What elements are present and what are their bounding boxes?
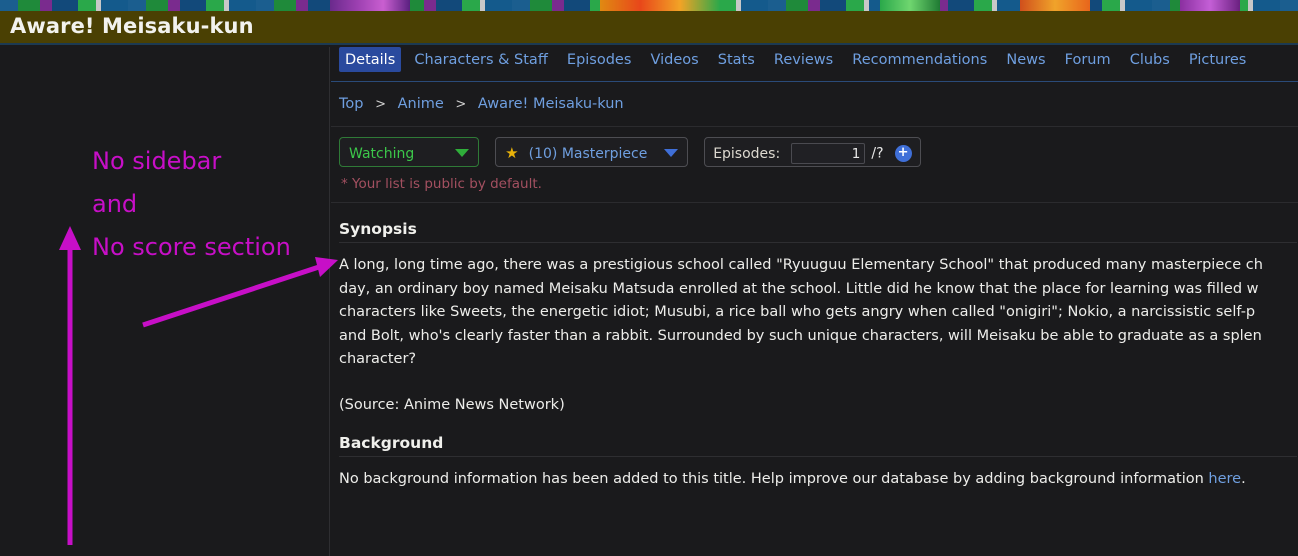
banner-image-strip [0,0,1298,11]
page-title: Aware! Meisaku-kun [10,14,254,38]
background-section: Background No background information has… [331,434,1298,492]
episodes-total: /? [871,145,884,162]
synopsis-paragraph: A long, long time ago, there was a prest… [339,254,1298,372]
empty-left-column [0,47,330,556]
breadcrumb-top[interactable]: Top [339,96,363,112]
tab-episodes[interactable]: Episodes [561,47,638,72]
score-value: (10) Masterpiece [528,146,648,162]
synopsis-line: character? [339,351,417,367]
synopsis-section: Synopsis A long, long time ago, there wa… [331,220,1298,417]
breadcrumb-anime[interactable]: Anime [398,96,444,112]
background-text: No background information has been added… [339,468,1298,492]
section-divider [339,456,1297,457]
chevron-down-icon [664,149,679,157]
background-heading: Background [339,434,444,452]
tab-clubs[interactable]: Clubs [1124,47,1176,72]
banner-blotch [600,0,720,11]
background-text-before: No background information has been added… [339,471,1209,487]
background-text-after: . [1241,471,1246,487]
tab-bar: Details Characters & Staff Episodes Vide… [331,47,1298,82]
breadcrumb-separator-icon: > [375,97,386,112]
list-controls-row: Watching ★ (10) Masterpiece Episodes: 1 … [339,137,1298,167]
page-body: Details Characters & Staff Episodes Vide… [0,47,1298,556]
watch-status-dropdown[interactable]: Watching [339,137,479,167]
tab-recommendations[interactable]: Recommendations [846,47,993,72]
main-content-column: Details Characters & Staff Episodes Vide… [331,47,1298,556]
episodes-label: Episodes: [713,146,781,162]
tab-reviews[interactable]: Reviews [768,47,839,72]
episodes-increment-icon[interactable]: + [894,145,912,162]
synopsis-line: day, an ordinary boy named Meisaku Matsu… [339,280,1259,297]
banner-blotch [330,0,410,11]
tab-news[interactable]: News [1000,47,1051,72]
banner-blotch [880,0,940,11]
page-title-bar: Aware! Meisaku-kun [0,11,1298,45]
tab-videos[interactable]: Videos [645,47,705,72]
banner-blotch [1020,0,1090,11]
synopsis-line: and Bolt, who's clearly faster than a ra… [339,327,1262,344]
tab-forum[interactable]: Forum [1059,47,1117,72]
background-here-link[interactable]: here [1208,471,1241,487]
list-public-note: * Your list is public by default. [341,176,542,192]
section-divider [339,242,1297,243]
list-status-block: Watching ★ (10) Masterpiece Episodes: 1 … [331,127,1298,203]
breadcrumb: Top > Anime > Aware! Meisaku-kun [331,82,1298,127]
chevron-down-icon [455,149,469,157]
breadcrumb-separator-icon: > [455,97,467,112]
banner-blotch [1180,0,1240,11]
watch-status-value: Watching [349,146,415,162]
synopsis-source: (Source: Anime News Network) [339,396,565,413]
tab-details[interactable]: Details [339,47,402,72]
synopsis-line: characters like Sweets, the energetic id… [339,304,1256,320]
synopsis-text: A long, long time ago, there was a prest… [339,254,1298,417]
score-dropdown[interactable]: ★ (10) Masterpiece [495,137,689,167]
tab-pictures[interactable]: Pictures [1183,47,1252,72]
tab-characters-staff[interactable]: Characters & Staff [408,47,553,72]
star-icon: ★ [505,144,519,162]
tab-stats[interactable]: Stats [712,47,761,72]
synopsis-heading: Synopsis [339,220,417,238]
episodes-progress-control: Episodes: 1 /? + [704,137,921,167]
breadcrumb-current[interactable]: Aware! Meisaku-kun [478,96,624,112]
episodes-watched-input[interactable]: 1 [791,143,866,164]
synopsis-line: A long, long time ago, there was a prest… [339,257,1263,273]
